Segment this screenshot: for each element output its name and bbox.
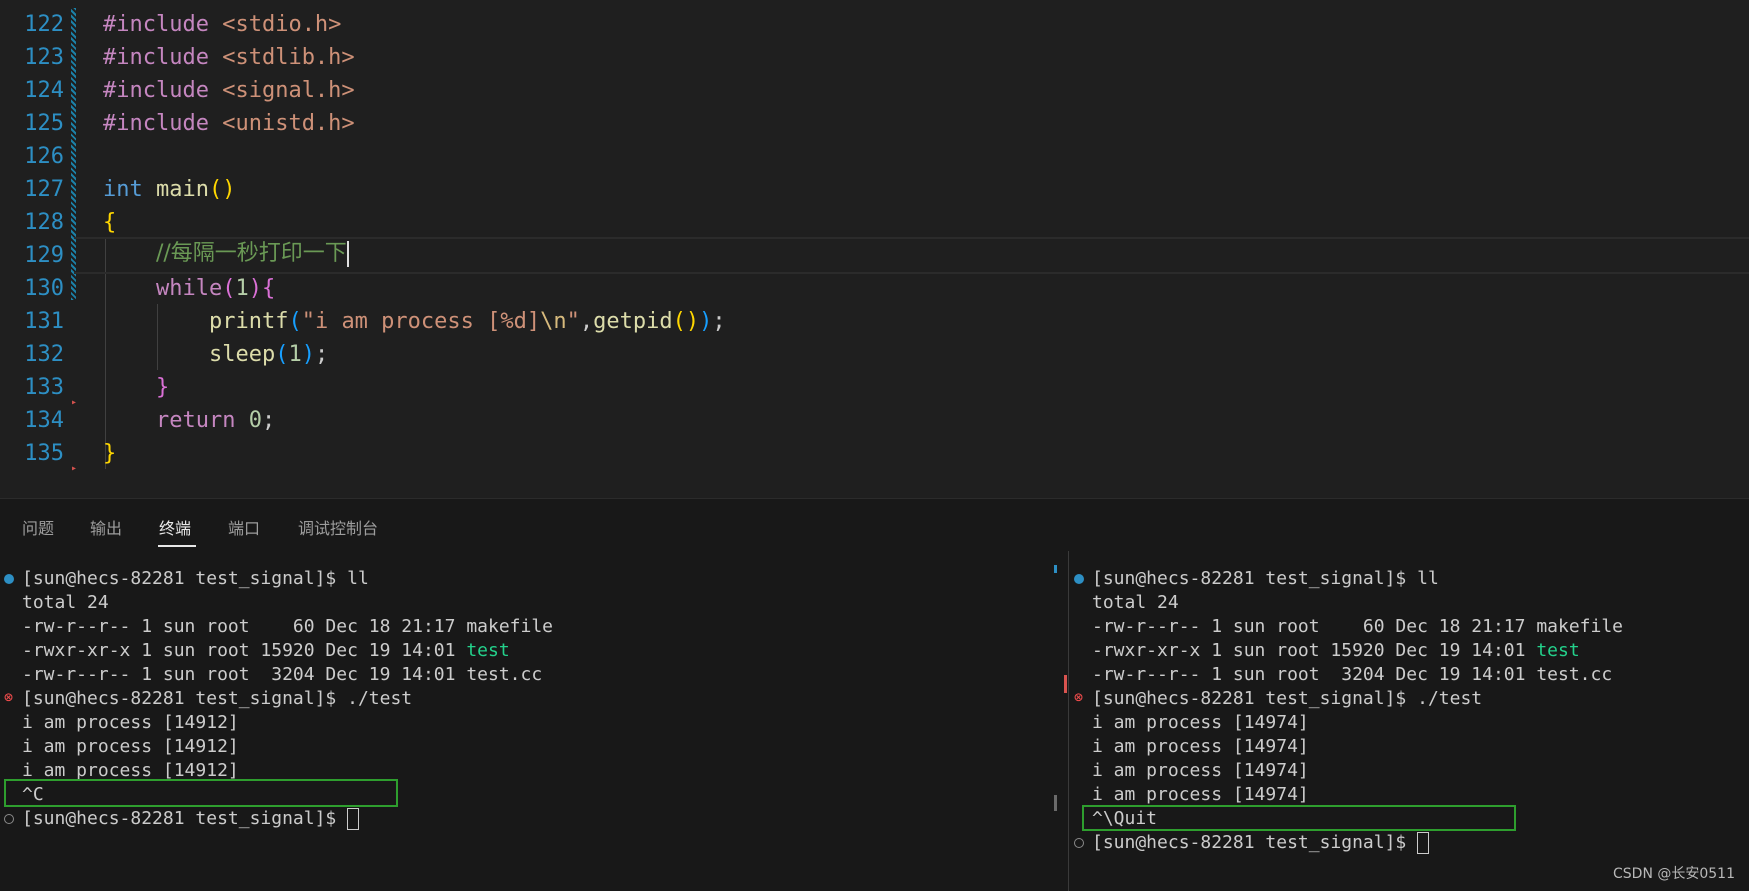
line-number: 133 bbox=[24, 375, 64, 400]
text-cursor bbox=[346, 241, 349, 267]
code-line[interactable]: 135 } bbox=[0, 437, 1749, 470]
active-tab-indicator bbox=[158, 545, 196, 547]
code-line[interactable]: 133 } bbox=[0, 371, 1749, 404]
code-text: return 0; bbox=[155, 408, 276, 433]
command-pending-dot-icon[interactable] bbox=[1074, 838, 1084, 848]
code-text: #include <stdlib.h> bbox=[103, 45, 355, 70]
code-line[interactable]: 124 #include <signal.h> bbox=[0, 74, 1749, 107]
highlight-box bbox=[1082, 805, 1516, 831]
code-text: } bbox=[155, 375, 170, 400]
code-line[interactable]: 126 bbox=[0, 140, 1749, 173]
code-line[interactable]: 130 while(1){ bbox=[0, 272, 1749, 305]
line-number: 125 bbox=[24, 111, 64, 136]
terminal-line: i am process [14974] bbox=[1092, 736, 1309, 757]
tab-ports[interactable]: 端口 bbox=[228, 515, 260, 539]
code-line[interactable]: 125 #include <unistd.h> bbox=[0, 107, 1749, 140]
command-success-dot-icon[interactable] bbox=[1074, 574, 1084, 584]
line-number: 128 bbox=[24, 210, 64, 235]
code-text: } bbox=[103, 441, 117, 466]
terminal-line: total 24 bbox=[1092, 592, 1179, 613]
terminal-line: -rwxr-xr-x 1 sun root 15920 Dec 19 14:01… bbox=[1092, 640, 1580, 661]
tab-problems[interactable]: 问题 bbox=[22, 515, 54, 539]
code-line[interactable]: 134 return 0; bbox=[0, 404, 1749, 437]
terminal-left[interactable]: [sun@hecs-82281 test_signal]$ ll total 2… bbox=[0, 559, 1058, 891]
code-line[interactable]: 128 { bbox=[0, 206, 1749, 239]
terminal-line: i am process [14974] bbox=[1092, 712, 1309, 733]
terminal-line: i am process [14974] bbox=[1092, 784, 1309, 805]
terminal-split-divider[interactable] bbox=[1068, 551, 1069, 891]
code-text: { bbox=[103, 210, 117, 235]
current-line-highlight[interactable]: //每隔一秒打印一下 bbox=[74, 237, 1749, 274]
code-text: while(1){ bbox=[155, 276, 276, 301]
code-text: #include <signal.h> bbox=[103, 78, 355, 103]
terminal-line: [sun@hecs-82281 test_signal]$ ll bbox=[1092, 568, 1439, 589]
executable-name: test bbox=[466, 640, 510, 661]
code-line[interactable]: 131 printf("i am process [%d]\n",getpid(… bbox=[0, 305, 1749, 338]
scroll-marker bbox=[1054, 795, 1057, 811]
line-number: 131 bbox=[24, 309, 64, 334]
code-text: sleep(1); bbox=[208, 342, 329, 367]
code-comment: //每隔一秒打印一下 bbox=[155, 241, 347, 266]
bottom-panel: 问题 输出 终端 端口 调试控制台 [sun@hecs-82281 test_s… bbox=[0, 498, 1749, 891]
terminal-line: i am process [14912] bbox=[22, 736, 239, 757]
terminal-line: [sun@hecs-82281 test_signal]$ bbox=[22, 807, 360, 831]
line-number: 132 bbox=[24, 342, 64, 367]
command-pending-dot-icon[interactable] bbox=[4, 814, 14, 824]
line-number: 134 bbox=[24, 408, 64, 433]
line-number: 123 bbox=[24, 45, 64, 70]
code-editor[interactable]: ▸ ▸ 122 #include <stdio.h> 123 #include … bbox=[0, 0, 1749, 498]
terminal-line: i am process [14912] bbox=[22, 712, 239, 733]
code-line[interactable]: 132 sleep(1); bbox=[0, 338, 1749, 371]
terminal-cursor bbox=[1417, 832, 1430, 854]
code-text: printf("i am process [%d]\n",getpid()); bbox=[208, 309, 726, 334]
terminal-line: -rw-r--r-- 1 sun root 3204 Dec 19 14:01 … bbox=[1092, 664, 1613, 685]
terminal-line: total 24 bbox=[22, 592, 109, 613]
line-number: 122 bbox=[24, 12, 64, 37]
line-number: 129 bbox=[24, 243, 64, 268]
command-error-icon[interactable]: ⊗ bbox=[4, 690, 14, 705]
terminal-line: -rw-r--r-- 1 sun root 60 Dec 18 21:17 ma… bbox=[22, 616, 554, 637]
watermark: CSDN @长安0511 bbox=[1613, 866, 1735, 882]
panel-tab-bar: 问题 输出 终端 端口 调试控制台 bbox=[0, 499, 1749, 551]
terminal-line: i am process [14974] bbox=[1092, 760, 1309, 781]
scroll-marker bbox=[1054, 565, 1057, 573]
terminal-line: [sun@hecs-82281 test_signal]$ ./test bbox=[22, 688, 413, 709]
code-text: #include <unistd.h> bbox=[103, 111, 355, 136]
terminal-line: [sun@hecs-82281 test_signal]$ ll bbox=[22, 568, 369, 589]
tab-debug-console[interactable]: 调试控制台 bbox=[298, 515, 378, 539]
terminal-line: [sun@hecs-82281 test_signal]$ bbox=[1092, 831, 1430, 855]
tab-output[interactable]: 输出 bbox=[90, 515, 122, 539]
tab-terminal[interactable]: 终端 bbox=[159, 515, 191, 539]
terminal-line: -rw-r--r-- 1 sun root 3204 Dec 19 14:01 … bbox=[22, 664, 543, 685]
line-number: 130 bbox=[24, 276, 64, 301]
line-number: 126 bbox=[24, 144, 64, 169]
code-line[interactable]: 123 #include <stdlib.h> bbox=[0, 41, 1749, 74]
terminal-right[interactable]: [sun@hecs-82281 test_signal]$ ll total 2… bbox=[1070, 559, 1749, 891]
line-number: 135 bbox=[24, 441, 64, 466]
line-number: 124 bbox=[24, 78, 64, 103]
terminal-cursor bbox=[347, 808, 360, 830]
terminal-line: -rw-r--r-- 1 sun root 60 Dec 18 21:17 ma… bbox=[1092, 616, 1624, 637]
highlight-box bbox=[4, 779, 398, 807]
code-text: int main() bbox=[103, 177, 236, 202]
terminal-line: -rwxr-xr-x 1 sun root 15920 Dec 19 14:01… bbox=[22, 640, 510, 661]
command-success-dot-icon[interactable] bbox=[4, 574, 14, 584]
executable-name: test bbox=[1536, 640, 1580, 661]
command-error-icon[interactable]: ⊗ bbox=[1074, 690, 1084, 705]
scroll-marker bbox=[1064, 675, 1067, 693]
code-line[interactable]: 122 #include <stdio.h> bbox=[0, 8, 1749, 41]
code-text: //每隔一秒打印一下 bbox=[103, 237, 349, 270]
terminal-line: [sun@hecs-82281 test_signal]$ ./test bbox=[1092, 688, 1483, 709]
line-number: 127 bbox=[24, 177, 64, 202]
code-text: #include <stdio.h> bbox=[103, 12, 342, 37]
code-line[interactable]: 127 int main() bbox=[0, 173, 1749, 206]
